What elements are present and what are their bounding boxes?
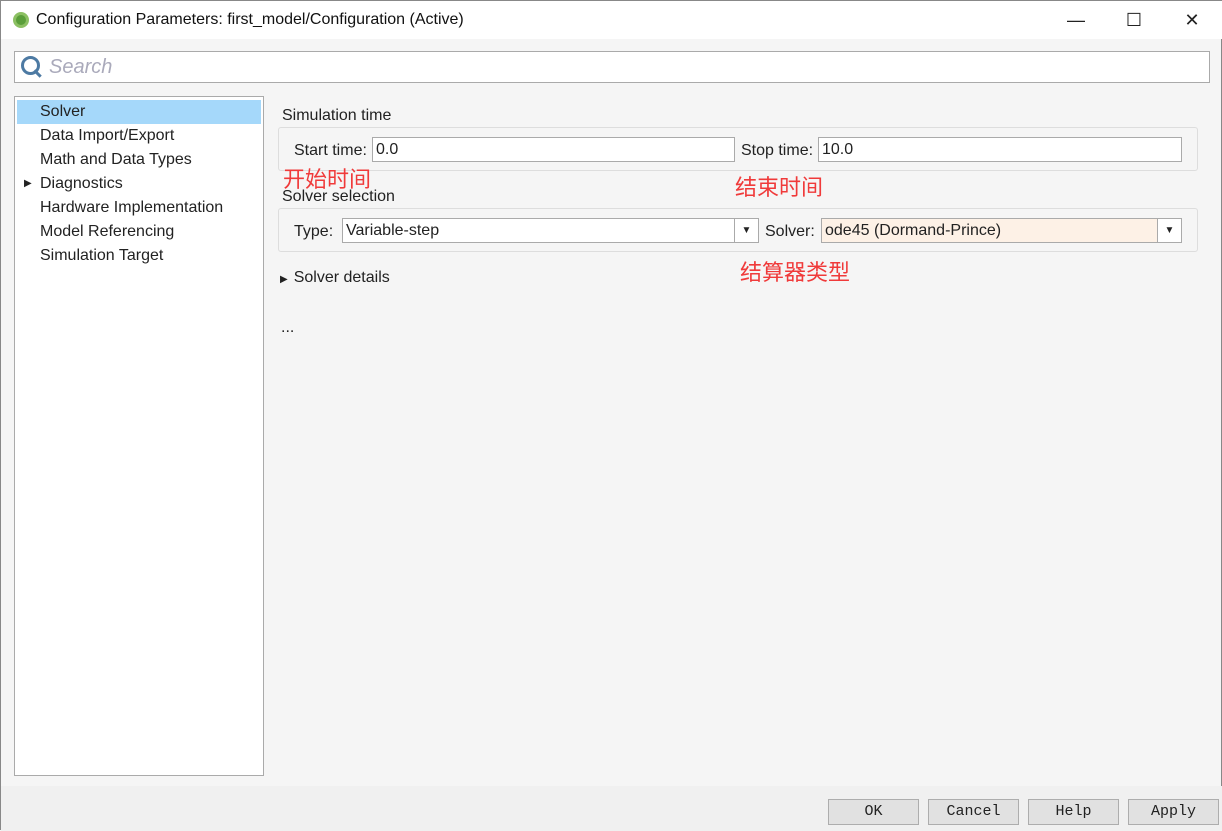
solver-details-label: Solver details [293,269,390,286]
sidebar-item-label: Data Import/Export [40,127,175,144]
sidebar-item-diagnostics[interactable]: ▶ Diagnostics [17,172,261,196]
sidebar-item-label: Model Referencing [40,223,175,240]
sidebar-item-simulation-target[interactable]: Simulation Target [17,244,261,268]
sidebar-item-label: Hardware Implementation [40,199,224,216]
more-ellipsis[interactable]: ... [281,319,294,337]
chevron-down-icon[interactable]: ▼ [734,219,758,242]
category-tree: Solver Data Import/Export Math and Data … [14,96,264,776]
stop-time-label: Stop time: [741,142,814,159]
type-value: Variable-step [346,222,440,239]
sidebar-item-math-data-types[interactable]: Math and Data Types [17,148,261,172]
solver-value: ode45 (Dormand-Prince) [825,222,1002,239]
sidebar-item-label: Diagnostics [40,175,123,192]
ok-button[interactable]: OK [828,799,919,825]
start-time-label: Start time: [294,142,367,159]
minimize-button[interactable]: — [1047,1,1105,39]
search-input[interactable] [49,55,1149,79]
start-time-input[interactable]: 0.0 [372,137,735,162]
solver-details-toggle[interactable]: ▶ Solver details [280,269,390,287]
type-label: Type: [294,223,334,240]
sidebar-item-model-referencing[interactable]: Model Referencing [17,220,261,244]
simulink-gear-icon [13,12,29,28]
search-box[interactable] [14,51,1210,83]
maximize-button[interactable]: ☐ [1105,1,1163,39]
expand-arrow-icon: ▶ [280,274,288,285]
close-button[interactable]: ✕ [1163,1,1221,39]
apply-button[interactable]: Apply [1128,799,1219,825]
sidebar-item-label: Simulation Target [40,247,164,264]
cancel-button[interactable]: Cancel [928,799,1019,825]
sidebar-item-label: Math and Data Types [40,151,192,168]
window-title: Configuration Parameters: first_model/Co… [36,11,464,28]
expand-arrow-icon[interactable]: ▶ [24,172,32,196]
annotation-stop-time: 结束时间 [735,175,824,200]
stop-time-input[interactable]: 10.0 [818,137,1182,162]
sidebar-item-label: Solver [40,103,86,120]
sidebar-item-hardware-implementation[interactable]: Hardware Implementation [17,196,261,220]
solver-dropdown[interactable]: ode45 (Dormand-Prince) ▼ [821,218,1182,243]
solver-selection-heading: Solver selection [282,188,395,205]
help-button[interactable]: Help [1028,799,1119,825]
title-bar: Configuration Parameters: first_model/Co… [1,1,1222,39]
solver-label: Solver: [765,223,815,240]
annotation-solver-type: 结算器类型 [740,260,851,285]
search-icon [21,56,43,78]
chevron-down-icon[interactable]: ▼ [1157,219,1181,242]
simulation-time-heading: Simulation time [282,107,392,124]
type-dropdown[interactable]: Variable-step ▼ [342,218,759,243]
sidebar-item-data-import-export[interactable]: Data Import/Export [17,124,261,148]
sidebar-item-solver[interactable]: Solver [17,100,261,124]
